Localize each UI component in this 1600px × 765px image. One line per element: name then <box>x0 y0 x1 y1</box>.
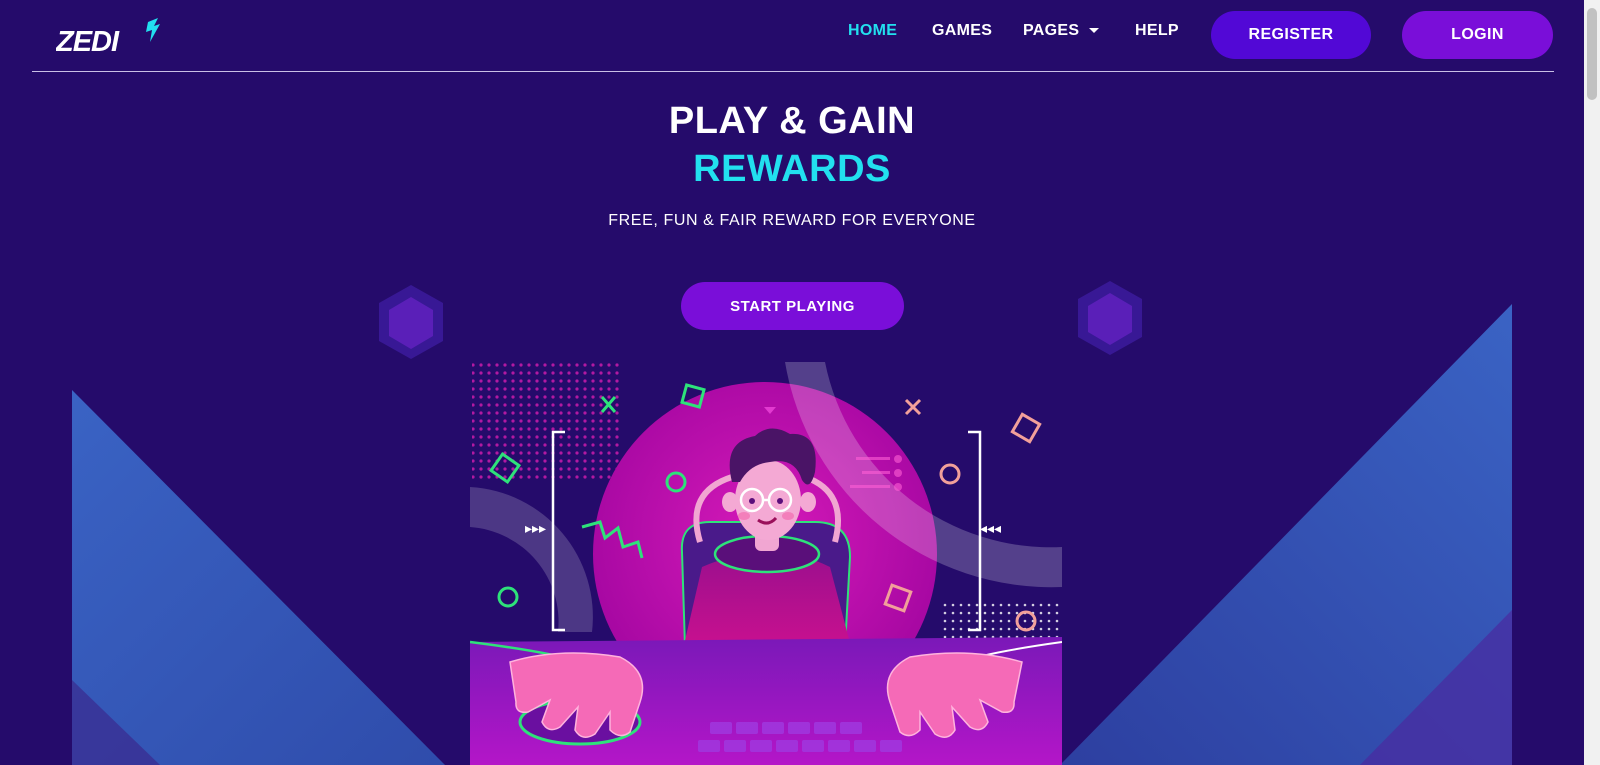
register-button[interactable]: REGISTER <box>1211 11 1371 59</box>
nav-help[interactable]: HELP <box>1135 22 1179 40</box>
hero-title-highlight: REWARDS <box>693 148 891 190</box>
chevron-down-icon <box>1089 28 1100 34</box>
page: ZEDI HOME GAMES PAGES HELP REGISTER LOGI… <box>0 0 1584 765</box>
page-scrollbar[interactable] <box>1584 0 1600 765</box>
zedi-logo-icon[interactable]: ZEDI <box>56 16 162 56</box>
start-playing-button[interactable]: START PLAYING <box>681 282 904 330</box>
left-triangle-shape <box>72 390 445 765</box>
login-button[interactable]: LOGIN <box>1402 11 1553 59</box>
hero-subtitle: FREE, FUN & FAIR REWARD FOR EVERYONE <box>608 212 976 229</box>
scrollbar-thumb[interactable] <box>1587 8 1597 100</box>
hero-title: PLAY & GAIN <box>668 100 916 142</box>
nav-home[interactable]: HOME <box>848 22 897 40</box>
gamer-illustration: ▸▸▸ ◂◂◂ <box>470 362 1062 765</box>
svg-text:▸▸▸: ▸▸▸ <box>525 521 546 537</box>
nav-games[interactable]: GAMES <box>932 22 992 40</box>
nav-pages-label: PAGES <box>1023 22 1080 39</box>
svg-text:ZEDI: ZEDI <box>56 26 120 56</box>
header-divider <box>32 71 1554 72</box>
nav-pages[interactable]: PAGES <box>1023 22 1100 40</box>
svg-text:◂◂◂: ◂◂◂ <box>980 521 1001 537</box>
